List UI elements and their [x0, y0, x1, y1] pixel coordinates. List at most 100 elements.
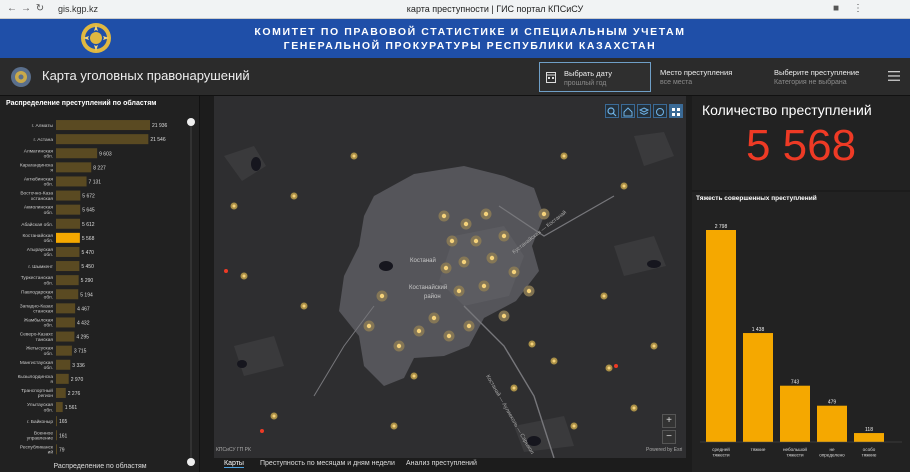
region-value-label: 3 336 [72, 363, 85, 369]
map-attribution-right: Powered by Esri [646, 447, 683, 453]
bookmark-icon[interactable]: ■ [830, 3, 842, 15]
region-bar[interactable] [56, 176, 87, 187]
region-value-label: 79 [59, 447, 65, 453]
basemap-icon[interactable] [653, 104, 667, 118]
back-icon[interactable]: ← [6, 3, 18, 15]
crime-cluster-dot [530, 342, 534, 346]
region-bar[interactable] [56, 444, 57, 455]
crime-cluster-dot [366, 323, 372, 329]
crime-cluster-dot [416, 328, 422, 334]
region-bar[interactable] [56, 373, 69, 384]
hamburger-menu-icon[interactable] [888, 70, 900, 82]
home-icon[interactable] [621, 104, 635, 118]
forward-icon[interactable]: → [20, 3, 32, 15]
tab-monthly[interactable]: Преступность по месяцам и дням недели [260, 460, 395, 467]
region-value-label: 161 [59, 433, 68, 439]
region-label: Жамбылская обл. [24, 317, 54, 328]
app-logo-icon [11, 67, 31, 87]
crime-cluster-dot [489, 255, 495, 261]
region-bar[interactable] [56, 430, 57, 441]
region-bar[interactable] [56, 402, 63, 413]
search-icon[interactable] [605, 104, 619, 118]
region-label: Алматинская обл. [24, 148, 54, 159]
region-bar[interactable] [56, 275, 79, 286]
region-value-label: 4 467 [77, 306, 90, 312]
region-bar[interactable] [56, 190, 81, 201]
browser-page-title: карта преступности | ГИС портал КПСиСУ [406, 4, 584, 14]
region-bar[interactable] [56, 232, 80, 243]
severity-bar[interactable] [780, 385, 810, 442]
region-bar[interactable] [56, 204, 81, 215]
crime-hotspot-marker[interactable] [260, 429, 264, 433]
region-bar[interactable] [56, 289, 79, 300]
severity-category-label: особо тяжкие [862, 447, 877, 458]
filter-date-value: прошлый год [564, 80, 607, 87]
region-bar[interactable] [56, 416, 57, 427]
severity-bar[interactable] [854, 433, 884, 442]
crime-cluster-dot [483, 211, 489, 217]
map-canvas[interactable]: Костанай Костанайский район Кустанайская… [214, 96, 686, 458]
region-bar[interactable] [56, 246, 80, 257]
region-bar[interactable] [56, 317, 75, 328]
crime-map[interactable]: Костанай Костанайский район Кустанайская… [214, 96, 686, 458]
severity-value-label: 479 [828, 400, 837, 406]
region-bar[interactable] [56, 303, 76, 314]
severity-bar[interactable] [706, 230, 736, 442]
crime-cluster-dot [481, 283, 487, 289]
severity-bar[interactable] [817, 405, 847, 442]
crime-cluster-dot [292, 194, 296, 198]
region-bar[interactable] [56, 148, 98, 159]
region-label: Кызылординска я [18, 374, 54, 385]
address-bar[interactable]: gis.kgp.kz [58, 2, 308, 17]
region-bar[interactable] [56, 120, 150, 131]
crime-cluster-dot [652, 344, 656, 348]
zoom-in-button[interactable]: + [662, 414, 676, 428]
filter-date[interactable]: Выбрать дату прошлый год [539, 62, 651, 92]
region-label: Костанайская обл. [22, 232, 53, 244]
app-header: Карта уголовных правонарушений Выбрать д… [0, 58, 910, 96]
filter-crime-value: Категория не выбрана [774, 79, 847, 86]
region-bar[interactable] [56, 345, 72, 356]
menu-dots-icon[interactable]: ⋮ [852, 3, 864, 15]
region-bar[interactable] [56, 134, 149, 145]
region-value-label: 165 [59, 419, 68, 425]
filter-place[interactable]: Место преступления все места [656, 62, 766, 92]
region-bar[interactable] [56, 331, 75, 342]
crime-cluster-dot [441, 213, 447, 219]
region-bar[interactable] [56, 359, 71, 370]
reload-icon[interactable]: ↻ [34, 3, 46, 15]
severity-value-label: 743 [791, 380, 800, 386]
crime-hotspot-marker[interactable] [224, 269, 228, 273]
region-label: Актюбинская обл. [24, 176, 53, 187]
tab-maps[interactable]: Карты [224, 460, 244, 468]
region-bar[interactable] [56, 387, 66, 398]
map-attribution-left: КПСиСУ ГП РК [216, 447, 251, 453]
severity-value-label: 1 438 [752, 327, 765, 333]
filter-crime[interactable]: Выберите преступление Категория не выбра… [770, 62, 870, 92]
emblem-icon [81, 23, 111, 53]
scrollbar-thumb-top[interactable] [187, 118, 195, 126]
region-value-label: 1 561 [65, 405, 78, 411]
severity-bar[interactable] [743, 333, 773, 442]
severity-category-label: небольшой тяжести [783, 446, 807, 458]
crime-cluster-dot [541, 211, 547, 217]
app-title: Карта уголовных правонарушений [42, 68, 250, 83]
crime-cluster-dot [379, 293, 385, 299]
region-bar[interactable] [56, 162, 92, 173]
crime-hotspot-marker[interactable] [614, 364, 618, 368]
crime-cluster-dot [456, 288, 462, 294]
severity-bar-chart: 2 798 средней тяжести 1 438 тяжкие 743 небольш… [700, 224, 902, 458]
region-label: г. Шымкент [28, 264, 53, 270]
bottom-tabs: Карты Преступность по месяцам и дням нед… [214, 458, 686, 472]
layers-icon[interactable] [637, 104, 651, 118]
zoom-out-button[interactable]: − [662, 430, 676, 444]
region-value-label: 21 546 [150, 137, 166, 143]
region-label: Жетысуская обл. [26, 346, 54, 357]
region-bar[interactable] [56, 218, 81, 229]
region-bar[interactable] [56, 261, 80, 272]
calendar-icon [546, 72, 556, 83]
grid-icon[interactable] [669, 104, 683, 118]
region-label: Акмолинская обл. [24, 205, 54, 216]
region-value-label: 5 568 [82, 236, 95, 242]
tab-analysis[interactable]: Анализ преступлений [406, 460, 477, 467]
